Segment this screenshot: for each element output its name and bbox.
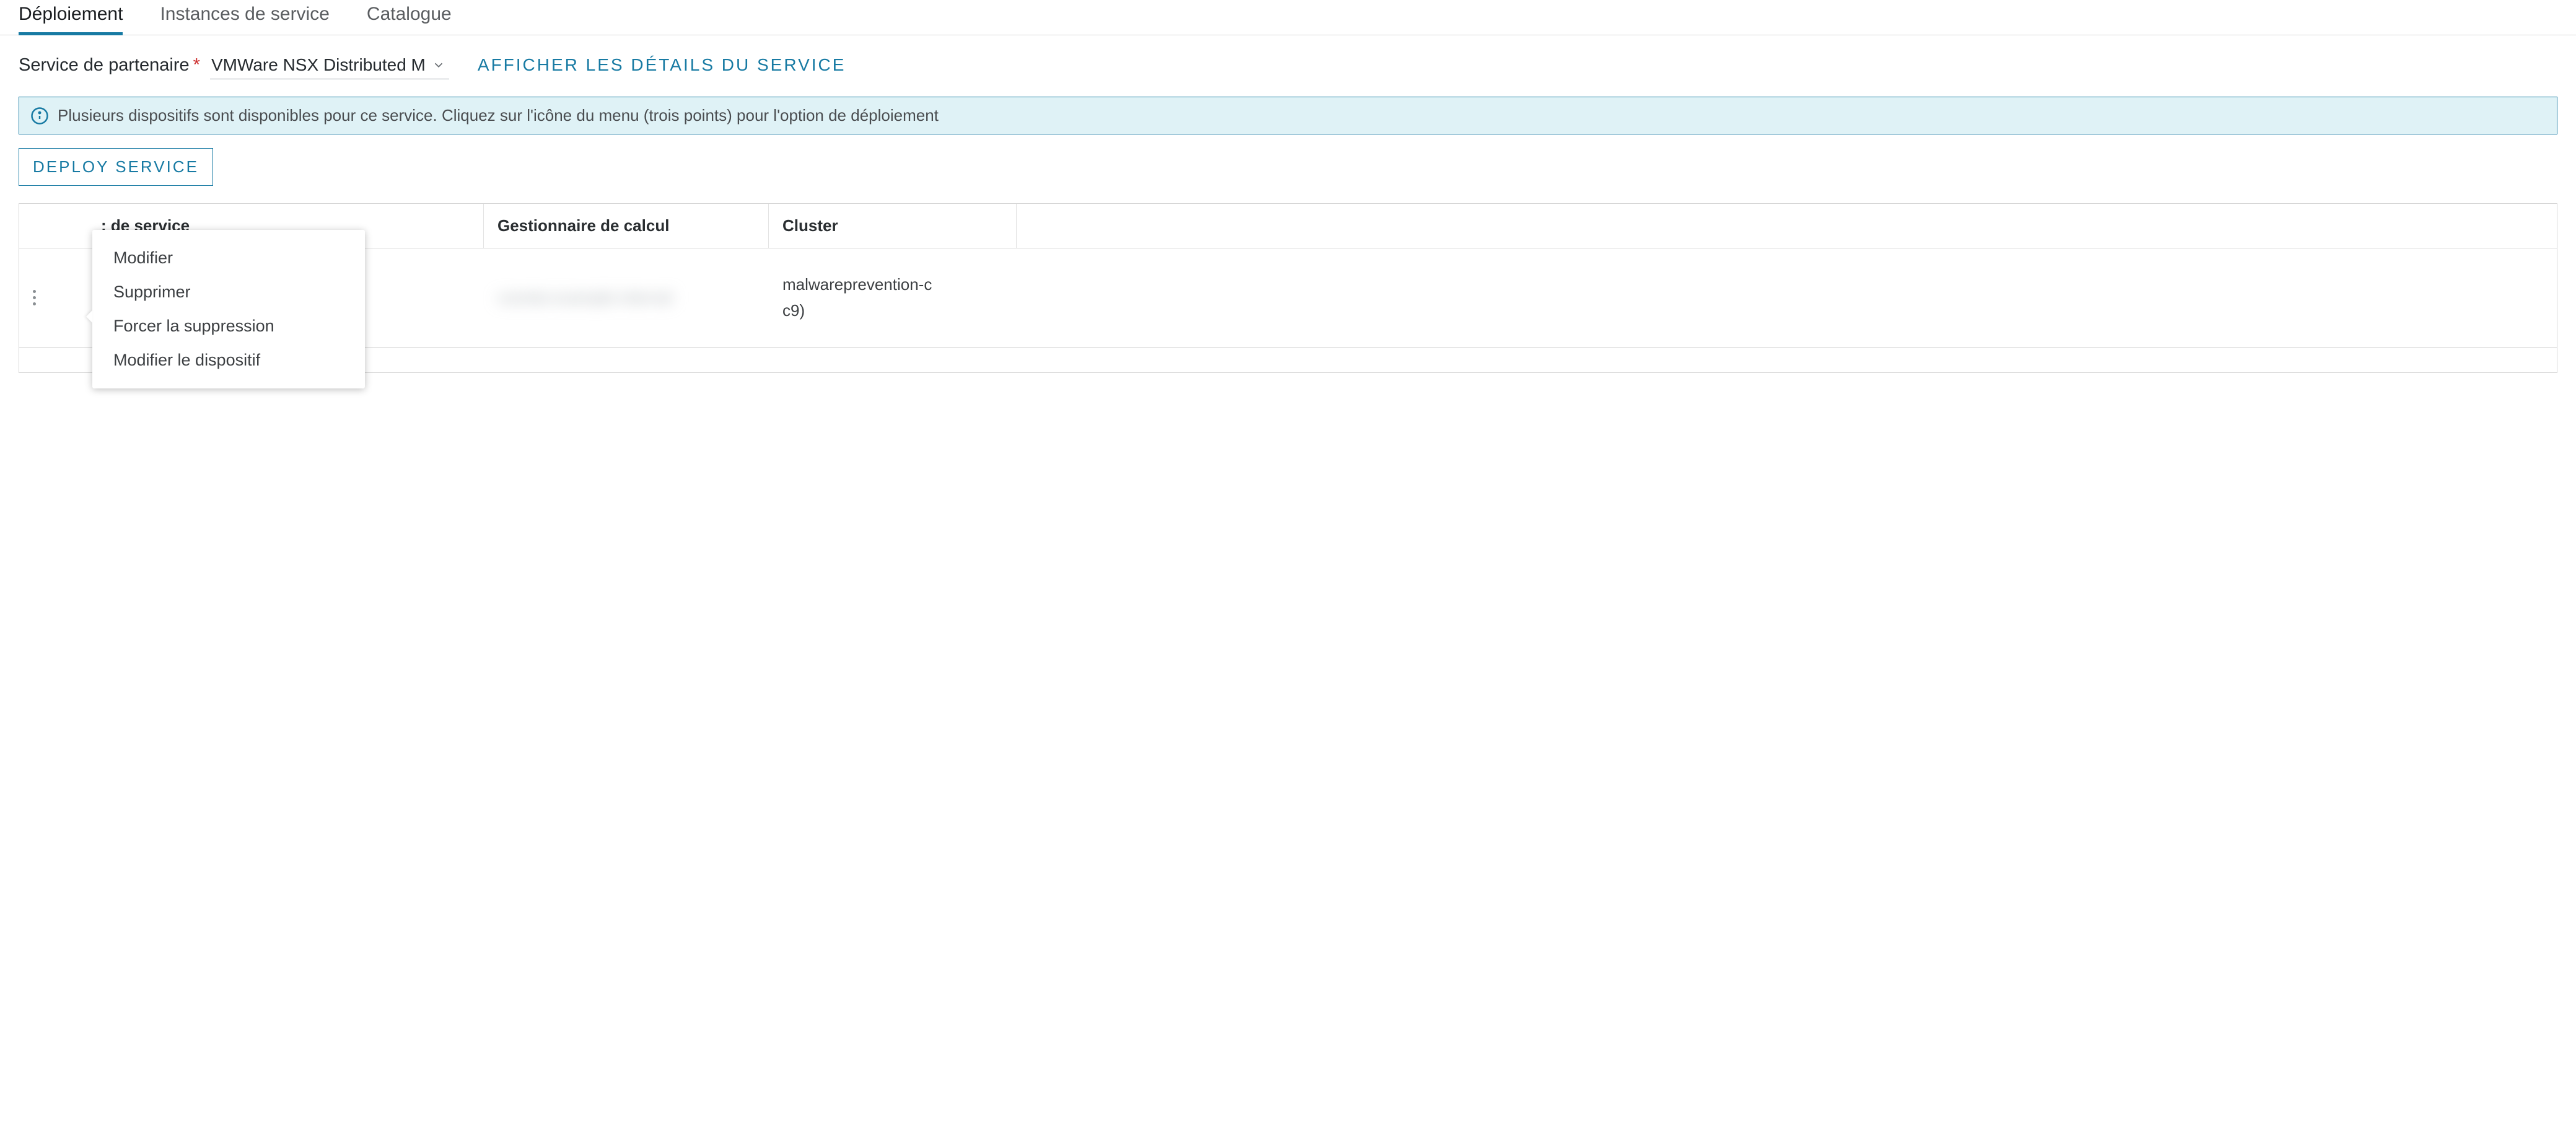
partner-service-row: Service de partenaire* VMWare NSX Distri… — [19, 53, 2557, 79]
compute-manager-value: vcenter.example.internal — [497, 288, 672, 307]
table-header-row: : de service Gestionnaire de calcul Clus… — [19, 204, 2557, 248]
partner-service-dropdown[interactable]: VMWare NSX Distributed M — [210, 53, 449, 79]
info-banner: Plusieurs dispositifs sont disponibles p… — [19, 97, 2557, 134]
tabs-bar: Déploiement Instances de service Catalog… — [0, 0, 2576, 35]
required-asterisk: * — [193, 55, 200, 75]
cell-cluster: malwareprevention-c c9) — [769, 260, 1017, 336]
chevron-down-icon — [432, 58, 445, 72]
menu-item-change-appliance[interactable]: Modifier le dispositif — [92, 343, 365, 377]
column-header-actions — [19, 204, 87, 248]
empty-row — [19, 348, 2557, 372]
row-context-menu: Modifier Supprimer Forcer la suppression… — [92, 230, 365, 388]
column-header-compute-manager[interactable]: Gestionnaire de calcul — [484, 204, 769, 248]
partner-service-label: Service de partenaire* — [19, 55, 200, 76]
row-actions-cell — [19, 271, 87, 324]
menu-item-edit[interactable]: Modifier — [92, 241, 365, 275]
column-header-cluster[interactable]: Cluster — [769, 204, 1017, 248]
content-area: Service de partenaire* VMWare NSX Distri… — [0, 35, 2576, 373]
kebab-menu-button[interactable] — [29, 286, 40, 309]
menu-item-force-delete[interactable]: Forcer la suppression — [92, 309, 365, 343]
table-row: vcenter.example.internal malwarepreventi… — [19, 248, 2557, 348]
menu-item-delete[interactable]: Supprimer — [92, 275, 365, 309]
tab-deployment[interactable]: Déploiement — [19, 0, 123, 35]
info-icon — [30, 107, 49, 125]
deployments-table: : de service Gestionnaire de calcul Clus… — [19, 203, 2557, 373]
info-banner-text: Plusieurs dispositifs sont disponibles p… — [58, 106, 939, 125]
tab-service-instances[interactable]: Instances de service — [160, 0, 329, 35]
partner-service-value: VMWare NSX Distributed M — [211, 55, 426, 75]
deploy-service-button[interactable]: DEPLOY SERVICE — [19, 148, 213, 186]
tab-catalogue[interactable]: Catalogue — [367, 0, 452, 35]
cell-compute-manager: vcenter.example.internal — [484, 276, 769, 320]
view-service-details-link[interactable]: AFFICHER LES DÉTAILS DU SERVICE — [478, 55, 846, 75]
